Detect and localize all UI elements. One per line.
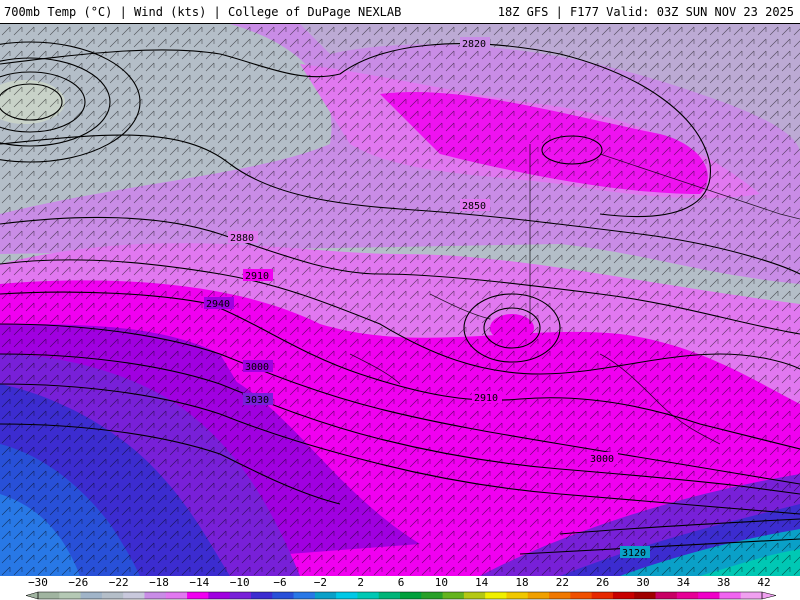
legend-tick-label: −30: [28, 576, 48, 589]
legend-swatch: [357, 592, 380, 599]
legend-swatch: [719, 592, 742, 599]
legend-tick-label: 14: [475, 576, 489, 589]
legend-tick-label: 22: [556, 576, 569, 589]
legend-tick-label: 2: [357, 576, 364, 589]
contour-label-3030: 3030: [245, 395, 269, 406]
legend-swatch: [165, 592, 188, 599]
weather-map[interactable]: 2820 2850 2880 2910 2940 3000 3030 2910 …: [0, 24, 800, 576]
contour-label-2910: 2910: [245, 271, 269, 282]
legend-swatch: [400, 592, 422, 599]
legend-tick-label: 42: [757, 576, 770, 589]
legend-arrow-left-icon: [25, 591, 39, 600]
model-run-info: 18Z GFS | F177 Valid: 03Z SUN NOV 23 202…: [497, 5, 794, 19]
wind-barbs: [0, 24, 800, 576]
legend-tick-label: −22: [109, 576, 129, 589]
legend-swatch: [187, 592, 209, 599]
legend-tick-label: −18: [149, 576, 169, 589]
legend-swatch: [336, 592, 358, 599]
legend-swatch: [698, 592, 720, 599]
legend-swatch: [80, 592, 103, 599]
legend-swatch: [59, 592, 82, 599]
legend-swatch: [272, 592, 295, 599]
legend-swatch: [250, 592, 273, 599]
legend-swatch: [293, 592, 316, 599]
legend-swatch: [123, 592, 145, 599]
legend-tick-label: −26: [68, 576, 88, 589]
legend-tick-label: 10: [435, 576, 448, 589]
map-header: 700mb Temp (°C) | Wind (kts) | College o…: [0, 0, 800, 24]
legend-tick-label: 6: [398, 576, 405, 589]
legend-swatch: [527, 592, 550, 599]
legend-swatch: [442, 592, 465, 599]
legend-tick-label: −10: [230, 576, 250, 589]
legend-tick-label: −2: [314, 576, 327, 589]
contour-label-3120: 3120: [622, 548, 646, 559]
legend-swatch: [591, 592, 614, 599]
legend-swatch: [144, 592, 167, 599]
contour-label-2850: 2850: [462, 201, 486, 212]
legend-swatch: [549, 592, 571, 599]
legend-swatch: [676, 592, 699, 599]
legend-canvas: −30 −26 −22 −18 −14 −10 −6 −2 2 6 10 14 18 22 26 30 34 38…: [25, 576, 777, 600]
legend-tick-label: 30: [636, 576, 649, 589]
temperature-legend: −30 −26 −22 −18 −14 −10 −6 −2 2 6 10 14 18 22 26 30 34 38…: [0, 576, 800, 600]
legend-arrow-right-icon: [761, 591, 777, 600]
contour-label-2910-south: 2910: [474, 393, 498, 404]
legend-swatch: [38, 592, 60, 599]
legend-swatch: [378, 592, 401, 599]
contour-label-2940: 2940: [206, 299, 230, 310]
product-title: 700mb Temp (°C) | Wind (kts) | College o…: [4, 5, 402, 19]
legend-tick-label: 18: [515, 576, 528, 589]
legend-swatch: [314, 592, 337, 599]
legend-swatch: [655, 592, 678, 599]
legend-swatch: [463, 592, 486, 599]
map-canvas: 2820 2850 2880 2910 2940 3000 3030 2910 …: [0, 24, 800, 576]
legend-swatch: [208, 592, 231, 599]
legend-swatch: [421, 592, 444, 599]
legend-swatch: [485, 592, 507, 599]
contour-label-3000-south: 3000: [590, 454, 614, 465]
legend-swatch: [612, 592, 635, 599]
legend-swatch: [634, 592, 657, 599]
legend-tick-label: −14: [189, 576, 209, 589]
legend-swatch: [570, 592, 593, 599]
contour-label-2820: 2820: [462, 39, 486, 50]
legend-tick-label: −6: [273, 576, 286, 589]
contour-label-2880: 2880: [230, 233, 254, 244]
legend-swatch: [229, 592, 252, 599]
legend-tick-label: 38: [717, 576, 730, 589]
legend-swatch: [506, 592, 529, 599]
legend-swatch: [740, 592, 763, 599]
legend-swatch: [101, 592, 124, 599]
legend-tick-label: 34: [677, 576, 691, 589]
legend-tick-label: 26: [596, 576, 609, 589]
contour-label-3000: 3000: [245, 362, 269, 373]
